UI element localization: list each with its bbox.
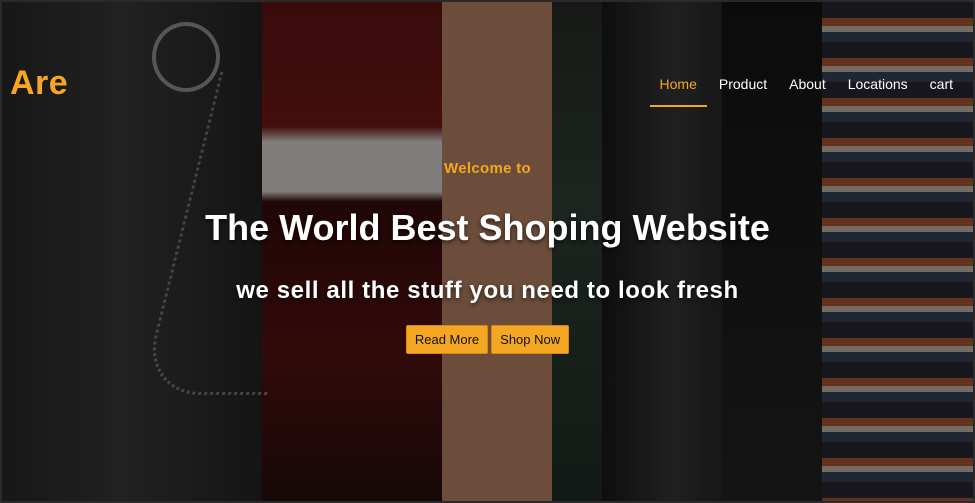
- nav-about[interactable]: About: [789, 76, 826, 100]
- nav-home[interactable]: Home: [649, 76, 708, 107]
- hero-content: Welcome to The World Best Shoping Websit…: [2, 160, 973, 354]
- main-nav: Home Product About Locations cart: [649, 76, 953, 107]
- read-more-button[interactable]: Read More: [405, 325, 489, 354]
- page-frame: Are Home Product About Locations cart We…: [0, 0, 975, 503]
- shop-now-button[interactable]: Shop Now: [491, 325, 570, 354]
- brand-logo[interactable]: Are: [10, 64, 68, 103]
- nav-product[interactable]: Product: [719, 76, 767, 100]
- nav-locations[interactable]: Locations: [848, 76, 908, 100]
- hero-headline: The World Best Shoping Website: [205, 207, 770, 248]
- nav-cart[interactable]: cart: [930, 76, 953, 100]
- hero-actions: Read More Shop Now: [2, 325, 973, 354]
- hero-eyebrow: Welcome to: [444, 160, 531, 177]
- hero-subheadline: we sell all the stuff you need to look f…: [236, 277, 739, 304]
